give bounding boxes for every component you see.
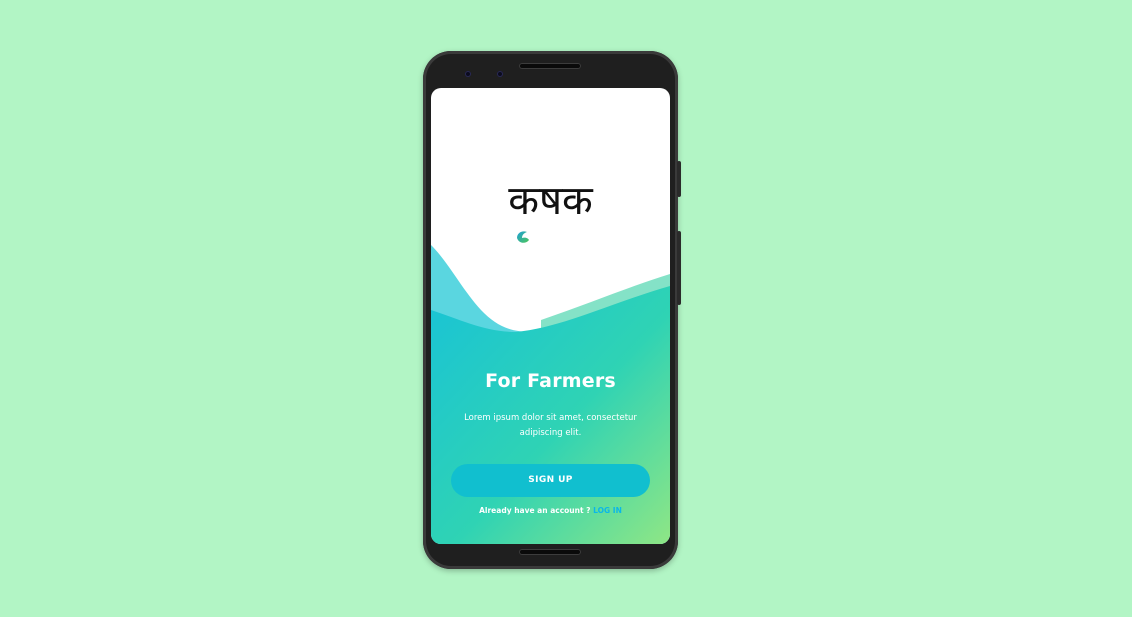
app-screen: कषक For Farmers Lorem ipsum dolor sit am… xyxy=(431,88,670,544)
leaf-icon xyxy=(517,231,529,243)
front-sensor-icon xyxy=(497,71,503,77)
bottom-speaker xyxy=(519,549,581,555)
app-logo-text: कषक xyxy=(508,178,593,224)
power-button xyxy=(677,161,681,197)
phone-frame: कषक For Farmers Lorem ipsum dolor sit am… xyxy=(423,51,681,569)
front-camera-icon xyxy=(465,71,471,77)
login-prompt: Already have an account ? LOG IN xyxy=(431,506,670,515)
app-logo: कषक xyxy=(431,178,670,224)
hero-title: For Farmers xyxy=(485,370,616,392)
log-in-link[interactable]: LOG IN xyxy=(593,506,622,515)
login-prompt-text: Already have an account ? xyxy=(479,506,591,515)
earpiece-speaker xyxy=(519,63,581,69)
sign-up-button[interactable]: SIGN UP xyxy=(451,464,650,497)
hero-subtitle: Lorem ipsum dolor sit amet, consectetur … xyxy=(464,413,637,438)
volume-button xyxy=(677,231,681,305)
